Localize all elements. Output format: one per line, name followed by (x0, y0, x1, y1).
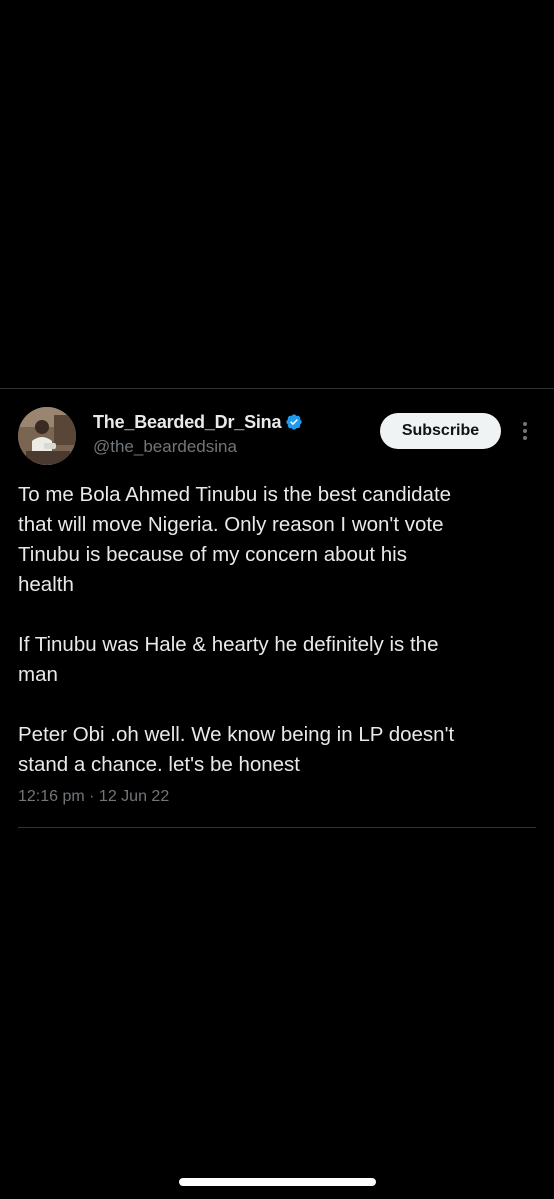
tweet-timestamp[interactable]: 12:16 pm · 12 Jun 22 (18, 788, 169, 806)
tweet-header: The_Bearded_Dr_Sina @the_beardedsina Sub… (0, 389, 554, 479)
subscribe-button[interactable]: Subscribe (380, 413, 501, 449)
tweet-paragraph: If Tinubu was Hale & hearty he definitel… (18, 633, 439, 686)
tweet-paragraph: To me Bola Ahmed Tinubu is the best cand… (18, 483, 452, 596)
display-name-row: The_Bearded_Dr_Sina (93, 411, 303, 433)
avatar-image (18, 407, 76, 465)
tweet-text: To me Bola Ahmed Tinubu is the best cand… (18, 480, 538, 780)
home-indicator[interactable] (179, 1178, 376, 1186)
avatar[interactable] (18, 407, 76, 465)
bottom-divider (18, 827, 536, 828)
tweet-paragraph: Peter Obi .oh well. We know being in LP … (18, 723, 455, 776)
display-name[interactable]: The_Bearded_Dr_Sina (93, 412, 281, 433)
verified-badge-icon (285, 413, 303, 431)
author-names: The_Bearded_Dr_Sina @the_beardedsina (93, 411, 303, 457)
more-options-icon[interactable] (515, 419, 535, 443)
user-handle[interactable]: @the_beardedsina (93, 437, 303, 457)
